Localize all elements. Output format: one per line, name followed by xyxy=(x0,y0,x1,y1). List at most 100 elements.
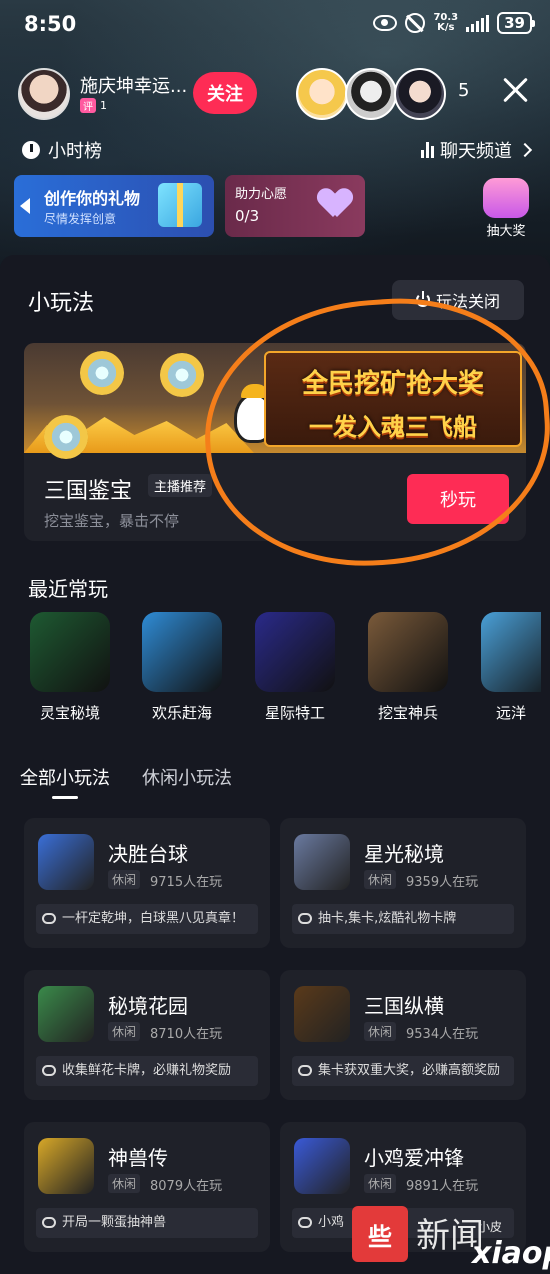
close-icon[interactable] xyxy=(502,76,530,104)
recent-game-icon[interactable] xyxy=(255,612,335,692)
recent-game-item[interactable]: 远洋 xyxy=(481,612,541,723)
game-tag: 休闲 xyxy=(108,870,141,889)
game-players: 9891人在玩 xyxy=(406,1179,479,1194)
gamepad-icon xyxy=(298,913,312,924)
game-icon[interactable] xyxy=(38,834,94,890)
game-tag: 休闲 xyxy=(108,1174,141,1193)
status-icons: 70.3 K/s 39 xyxy=(373,12,535,34)
watermark-brand: xiaopi xyxy=(472,1236,550,1271)
game-desc: 一杆定乾坤，白球黑八见真章！ xyxy=(36,904,258,934)
hourly-rank-label: 小时榜 xyxy=(48,141,102,162)
viewer-avatar[interactable] xyxy=(394,68,446,120)
recent-game-icon[interactable] xyxy=(30,612,110,692)
tab-active-indicator xyxy=(52,796,78,799)
game-tag: 休闲 xyxy=(364,1174,397,1193)
bars-icon xyxy=(421,142,434,158)
watermark-box: 些 xyxy=(352,1206,408,1262)
recent-game-icon[interactable] xyxy=(142,612,222,692)
net-speed-unit: K/s xyxy=(437,22,455,33)
game-icon[interactable] xyxy=(38,1138,94,1194)
game-desc-text: 集卡获双重大奖，必赚高额奖励 xyxy=(318,1063,501,1078)
wish-card[interactable]: 助力心愿 0/3 xyxy=(225,175,365,237)
game-card[interactable]: 神兽传休闲 8079人在玩开局一颗蛋抽神兽 xyxy=(24,1122,270,1252)
wish-progress: 0/3 xyxy=(235,207,260,225)
host-name[interactable]: 施庆坤幸运... xyxy=(80,72,187,98)
gift-box-icon xyxy=(158,183,202,227)
lottery-icon xyxy=(483,178,529,218)
gamepad-icon xyxy=(42,1217,56,1228)
game-players: 9359人在玩 xyxy=(406,875,479,890)
coin-icon xyxy=(44,415,88,459)
follow-button[interactable]: 关注 xyxy=(193,72,257,114)
clock: 8:50 xyxy=(24,12,77,36)
game-card[interactable]: 秘境花园 休闲 8710人在玩 收集鲜花卡牌，必赚礼物奖励 xyxy=(24,970,270,1100)
game-tag: 休闲 xyxy=(108,1022,141,1041)
game-desc-text: 抽卡,集卡,炫酷礼物卡牌 xyxy=(318,911,457,926)
status-bar: 8:50 70.3 K/s 39 xyxy=(0,0,550,50)
signal-icon xyxy=(466,14,490,32)
game-desc-text: 小鸡 xyxy=(318,1215,345,1230)
alarm-off-icon xyxy=(405,13,426,33)
tab-casual-games[interactable]: 休闲小玩法 xyxy=(142,764,232,790)
game-name: 决胜台球 xyxy=(108,842,188,866)
featured-game-name: 三国鉴宝 xyxy=(44,479,133,504)
recent-game-label: 星际特工 xyxy=(264,704,325,722)
coin-icon xyxy=(160,353,204,397)
game-tag: 休闲 xyxy=(364,1022,397,1041)
viewer-avatar[interactable] xyxy=(296,68,348,120)
gamepad-icon xyxy=(298,1217,312,1228)
wish-title: 助力心愿 xyxy=(235,187,288,202)
game-icon[interactable] xyxy=(294,1138,350,1194)
game-name: 三国纵横 xyxy=(364,994,444,1018)
watermark-logo: 些 新闻 小皮 xiaopi xyxy=(352,1200,550,1274)
game-players: 9715人在玩 xyxy=(150,875,223,890)
battery-icon: 39 xyxy=(497,12,535,34)
chevron-right-icon xyxy=(517,142,533,158)
heart-icon xyxy=(319,189,351,221)
watermark-small: 小皮 xyxy=(478,1220,503,1234)
game-card[interactable]: 三国纵横 休闲 9534人在玩 集卡获双重大奖，必赚高额奖励 xyxy=(280,970,526,1100)
host-recommend-tag: 主播推荐 xyxy=(148,474,213,497)
featured-game-desc: 挖宝鉴宝，暴击不停 xyxy=(44,512,180,530)
arrow-left-icon xyxy=(20,198,30,214)
chat-channel-label: 聊天频道 xyxy=(440,141,512,162)
chat-channel[interactable]: 聊天频道 xyxy=(421,137,533,163)
host-avatar[interactable] xyxy=(18,68,70,120)
recent-game-label: 欢乐赶海 xyxy=(151,704,212,722)
coin-icon xyxy=(80,351,124,395)
game-name: 小鸡爱冲锋 xyxy=(364,1146,464,1170)
clock-icon xyxy=(22,141,40,159)
game-icon[interactable] xyxy=(38,986,94,1042)
gamepad-icon xyxy=(42,913,56,924)
recent-game-item[interactable]: 挖宝神兵 xyxy=(368,612,448,723)
panel-title: 小玩法 xyxy=(28,291,95,316)
viewer-avatar[interactable] xyxy=(345,68,397,120)
net-speed: 70.3 K/s xyxy=(433,13,458,33)
game-name: 星光秘境 xyxy=(364,842,444,866)
game-card[interactable]: 决胜台球休闲 9715人在玩一杆定乾坤，白球黑八见真章！ xyxy=(24,818,270,948)
game-icon[interactable] xyxy=(294,986,350,1042)
hourly-rank[interactable]: 小时榜 xyxy=(22,137,102,163)
game-players: 8079人在玩 xyxy=(150,1179,223,1194)
game-name: 秘境花园 xyxy=(108,994,188,1018)
recent-game-label: 灵宝秘境 xyxy=(39,704,100,722)
game-icon[interactable] xyxy=(294,834,350,890)
game-desc: 抽卡,集卡,炫酷礼物卡牌 xyxy=(292,904,514,934)
recent-game-icon[interactable] xyxy=(481,612,541,692)
recent-game-item[interactable]: 欢乐赶海 xyxy=(142,612,222,723)
recent-game-item[interactable]: 星际特工 xyxy=(255,612,335,723)
game-card[interactable]: 星光秘境 休闲 9359人在玩 抽卡,集卡,炫酷礼物卡牌 xyxy=(280,818,526,948)
recent-game-item[interactable]: 灵宝秘境 xyxy=(30,612,110,723)
gamepad-icon xyxy=(42,1065,56,1076)
viewer-count[interactable]: 5 xyxy=(458,80,469,101)
game-name: 神兽传 xyxy=(108,1146,168,1170)
game-players: 8710人在玩 xyxy=(150,1027,223,1042)
game-desc-text: 开局一颗蛋抽神兽 xyxy=(62,1215,167,1230)
game-desc: 开局一颗蛋抽神兽 xyxy=(36,1208,258,1238)
tab-all-games[interactable]: 全部小玩法 xyxy=(20,764,110,790)
gift-banner-title: 创作你的礼物 xyxy=(44,189,141,208)
lottery-button[interactable]: 抽大奖 xyxy=(478,178,534,239)
create-gift-banner[interactable]: 创作你的礼物 尽情发挥创意 xyxy=(14,175,214,237)
gift-banner-subtitle: 尽情发挥创意 xyxy=(44,212,117,226)
recent-game-icon[interactable] xyxy=(368,612,448,692)
